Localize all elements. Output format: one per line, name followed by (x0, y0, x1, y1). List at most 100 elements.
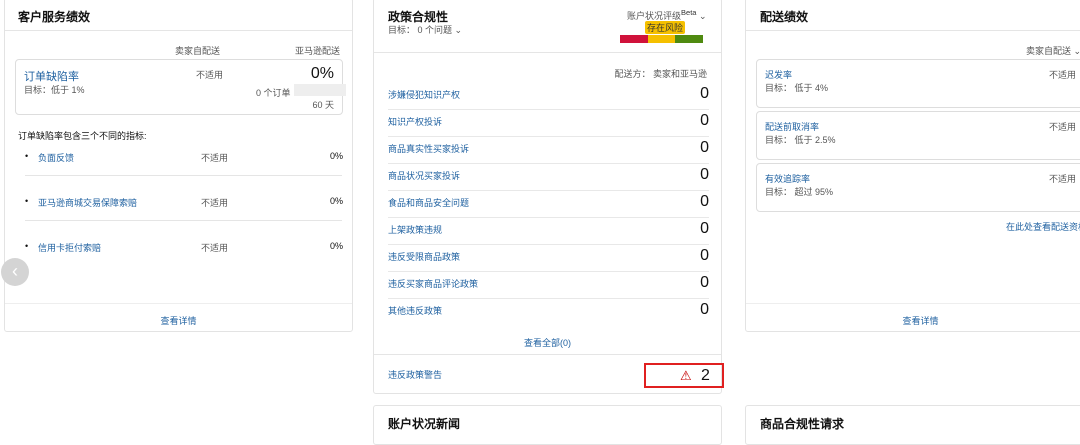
metric-link[interactable]: 亚马逊商城交易保障索赔 (38, 196, 137, 209)
policy-row-value: 0 (700, 193, 709, 210)
rating-status-badge: 存在风险 (645, 21, 686, 34)
divider (25, 220, 342, 221)
odr-days: 60 天 (312, 100, 334, 110)
odr-intro: 订单缺陷率包含三个不同的指标: (18, 131, 147, 141)
shipping-metric-value: 不适用 (1049, 174, 1077, 184)
shipping-metric-target: 目标： 低于 4% (765, 83, 829, 93)
odr-orders: 0 个订单 (256, 88, 291, 98)
shipping-metric-box: 有效追踪率 目标： 超过 95% 不适用 (756, 163, 1080, 212)
metric-seller: 不适用 (201, 243, 229, 253)
shipping-metric-target: 目标： 低于 2.5% (765, 135, 836, 145)
policy-row-link[interactable]: 涉嫌侵犯知识产权 (388, 88, 460, 101)
fulfillment-selector[interactable]: 卖家自配送 ⌄ (1026, 44, 1080, 57)
shipping-metric-box: 配送前取消率 目标： 低于 2.5% 不适用 (756, 111, 1080, 160)
chevron-down-icon: ⌄ (454, 25, 463, 35)
policy-row-link[interactable]: 知识产权投诉 (388, 115, 442, 128)
odr-target: 目标：低于 1% (24, 85, 85, 95)
policy-row-link[interactable]: 商品真实性买家投诉 (388, 142, 469, 155)
policy-row-link[interactable]: 违反受限商品政策 (388, 250, 460, 263)
policy-row: 涉嫌侵犯知识产权 0 (388, 83, 709, 110)
metric-amazon: 0% (329, 151, 343, 161)
policy-row-link[interactable]: 上架政策违规 (388, 223, 442, 236)
view-details-link[interactable]: 查看详情 (746, 314, 1080, 327)
warning-highlight: ⚠ 2 (644, 363, 724, 388)
customer-service-card: 客户服务绩效 卖家自配送 亚马逊配送 订单缺陷率 目标：低于 1% 不适用 0%… (4, 0, 353, 332)
policy-row-value: 0 (700, 139, 709, 156)
shipping-performance-card: 配送绩效 卖家自配送 ⌄ 迟发率 目标： 低于 4% 不适用 配送前取消率 目标… (745, 0, 1080, 332)
policy-row-value: 0 (700, 166, 709, 183)
policy-row-value: 0 (700, 247, 709, 264)
metric-seller: 不适用 (201, 153, 229, 163)
divider (5, 303, 352, 304)
card-title: 商品合规性请求 (760, 417, 845, 431)
card-title: 配送绩效 (760, 10, 809, 24)
metric-link[interactable]: 负面反馈 (38, 151, 74, 164)
odr-link[interactable]: 订单缺陷率 (24, 68, 79, 84)
metric-amazon: 0% (329, 196, 343, 206)
policy-row-value: 0 (700, 301, 709, 318)
policy-row: 知识产权投诉 0 (388, 110, 709, 137)
policy-row: 违反受限商品政策 0 (388, 245, 709, 272)
policy-row: 违反买家商品评论政策 0 (388, 272, 709, 299)
chevron-down-icon: ⌄ (698, 11, 707, 21)
view-all-link[interactable]: 查看全部(0) (374, 336, 721, 349)
shipping-metric-value: 不适用 (1049, 122, 1077, 132)
chevron-down-icon: ⌄ (1073, 46, 1080, 56)
odr-seller-value: 不适用 (196, 70, 224, 80)
shipping-metric-value: 不适用 (1049, 70, 1077, 80)
rating-segment-green (675, 35, 704, 43)
policy-row-link[interactable]: 食品和商品安全问题 (388, 196, 469, 209)
metric-seller: 不适用 (201, 198, 229, 208)
policy-row-value: 0 (700, 274, 709, 291)
policy-row-value: 0 (700, 112, 709, 129)
policy-target-text: 目标： 0 个问题 (388, 25, 453, 35)
account-news-card: 账户状况新闻 (373, 405, 722, 445)
divider (5, 30, 352, 31)
divider (374, 52, 721, 53)
divider (374, 354, 721, 355)
rating-label[interactable]: 账户状况评级Beta ⌄ (627, 8, 707, 22)
rating-segment-yellow (647, 35, 676, 43)
divider (25, 175, 342, 176)
eligibility-link[interactable]: 在此处查看配送资格 (1006, 220, 1080, 233)
product-compliance-card: 商品合规性请求 (745, 405, 1080, 445)
view-details-link[interactable]: 查看详情 (5, 314, 352, 327)
shipping-metric-link[interactable]: 有效追踪率 (765, 172, 810, 185)
warning-count: 2 (701, 367, 710, 384)
carousel-prev-button[interactable]: ‹ (1, 258, 29, 286)
shipping-metric-target: 目标： 超过 95% (765, 187, 834, 197)
policy-row: 商品真实性买家投诉 0 (388, 137, 709, 164)
policy-row-value: 0 (700, 220, 709, 237)
card-title: 账户状况新闻 (388, 417, 461, 431)
warning-icon: ⚠ (680, 368, 692, 383)
beta-badge: Beta (681, 8, 697, 17)
policy-row-link[interactable]: 商品状况买家投诉 (388, 169, 460, 182)
col-header-seller: 卖家自配送 (175, 46, 221, 56)
card-title: 客户服务绩效 (18, 10, 91, 24)
policy-row: 其他违反政策 0 (388, 299, 709, 326)
metric-amazon: 0% (329, 241, 343, 251)
chevron-left-icon: ‹ (12, 261, 18, 281)
shipping-metric-box: 迟发率 目标： 低于 4% 不适用 (756, 59, 1080, 108)
policy-warning-link[interactable]: 违反政策警告 (388, 368, 442, 381)
policy-row: 上架政策违规 0 (388, 218, 709, 245)
shipping-metric-link[interactable]: 迟发率 (765, 68, 792, 81)
policy-row: 商品状况买家投诉 0 (388, 164, 709, 191)
fulfilled-by: 配送方： 卖家和亚马逊 (614, 69, 707, 79)
policy-compliance-card: 政策合规性 目标： 0 个问题 ⌄ 账户状况评级Beta ⌄ 存在风险 配送方：… (373, 0, 724, 394)
divider (746, 303, 1080, 304)
policy-row-link[interactable]: 其他违反政策 (388, 304, 442, 317)
odr-box: 订单缺陷率 目标：低于 1% 不适用 0% 0 个订单 60 天 (15, 59, 346, 115)
divider (746, 30, 1080, 31)
policy-row-link[interactable]: 违反买家商品评论政策 (388, 277, 478, 290)
col-header-amazon: 亚马逊配送 (294, 46, 340, 56)
policy-target[interactable]: 目标： 0 个问题 ⌄ (388, 23, 462, 36)
blurred-region (294, 84, 346, 96)
policy-row-value: 0 (700, 85, 709, 102)
metric-link[interactable]: 信用卡拒付索赔 (38, 241, 101, 254)
rating-label-text: 账户状况评级 (627, 11, 682, 21)
odr-amazon-value: 0% (310, 65, 334, 82)
selector-text: 卖家自配送 (1026, 46, 1072, 56)
rating-segment-red (620, 35, 648, 43)
shipping-metric-link[interactable]: 配送前取消率 (765, 120, 819, 133)
